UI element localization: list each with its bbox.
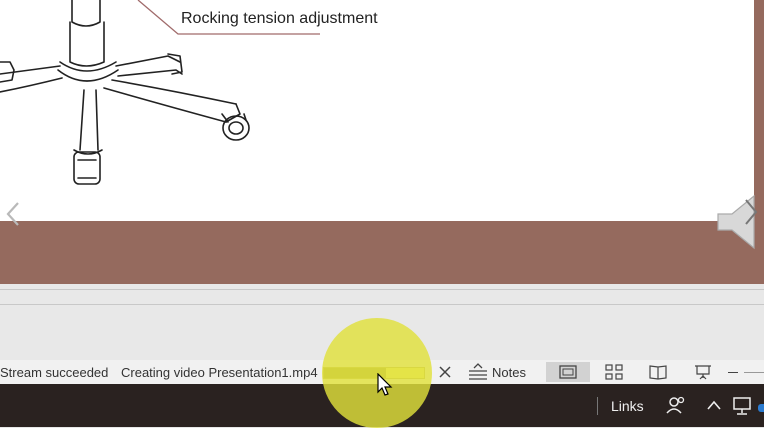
slide-show-button[interactable] (682, 362, 724, 382)
previous-slide-button[interactable] (2, 200, 24, 233)
next-slide-button[interactable] (716, 192, 762, 257)
notes-button[interactable]: Notes (466, 362, 528, 382)
speaker-icon (717, 194, 758, 250)
callout-label: Rocking tension adjustment (181, 10, 378, 27)
normal-view-button[interactable] (546, 362, 590, 382)
cancel-export-button[interactable] (436, 362, 454, 382)
people-icon (666, 396, 685, 414)
slide-show-icon (695, 365, 711, 380)
reading-view-icon (649, 365, 667, 380)
export-progress-bar (323, 367, 425, 379)
office-chair-line-drawing (0, 0, 320, 185)
taskbar-divider (597, 397, 598, 415)
notification-indicator (758, 404, 764, 412)
links-toolbar[interactable]: Links (611, 398, 644, 414)
slide-editing-area: Rocking tension adjustment (0, 0, 764, 284)
slide-sorter-button[interactable] (594, 362, 634, 382)
notes-label: Notes (492, 364, 526, 380)
notes-panel[interactable] (0, 284, 764, 360)
show-hidden-icons-button[interactable] (706, 398, 722, 414)
slide-sorter-icon (605, 364, 623, 380)
zoom-track[interactable] (744, 371, 764, 373)
panel-divider (0, 289, 764, 290)
video-export-status: Creating video Presentation1.mp4 (121, 365, 318, 380)
chevron-left-icon (6, 202, 19, 226)
zoom-out-icon[interactable] (728, 371, 738, 373)
chevron-up-icon (707, 400, 721, 410)
mouse-pointer-icon (377, 373, 393, 396)
close-icon (439, 366, 451, 378)
stream-status: Stream succeeded (0, 365, 109, 380)
zoom-slider[interactable] (728, 362, 764, 382)
normal-view-icon (559, 365, 577, 379)
reading-view-button[interactable] (638, 362, 678, 382)
network-icon (733, 397, 751, 415)
network-button[interactable] (732, 396, 756, 419)
panel-divider (0, 304, 764, 305)
slide-canvas[interactable]: Rocking tension adjustment (0, 0, 754, 221)
people-button[interactable] (666, 395, 686, 418)
notes-icon (469, 363, 488, 380)
